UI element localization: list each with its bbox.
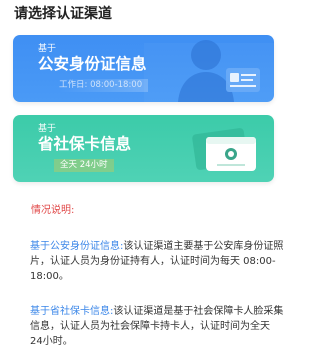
social-security-card-icon [192, 128, 256, 171]
card-hours: 全天 24小时 [54, 159, 114, 172]
card-prefix: 基于 [38, 124, 57, 134]
social-security-channel-card[interactable]: 基于 省社保卡信息 全天 24小时 [13, 115, 274, 182]
person-silhouette-id-card-icon [178, 40, 260, 102]
info-lead: 基于省社保卡信息: [30, 306, 114, 317]
page-title: 请选择认证渠道 [14, 6, 112, 22]
info-paragraph-social-card: 基于省社保卡信息:该认证渠道是基于社会保障卡人脸采集信息，认证人员为社会保障卡持… [30, 304, 285, 349]
info-paragraph-id-card: 基于公安身份证信息:该认证渠道主要基于公安库身份证照片，认证人员为身份证持有人，… [30, 239, 285, 284]
card-title: 省社保卡信息 [38, 135, 132, 153]
card-title: 公安身份证信息 [38, 55, 147, 73]
id-card-channel-card[interactable]: 基于 公安身份证信息 工作日: 08:00-18:00 [13, 35, 274, 102]
card-prefix: 基于 [38, 44, 57, 54]
info-section-label: 情况说明: [31, 205, 75, 216]
card-hours: 工作日: 08:00-18:00 [59, 79, 149, 92]
info-lead: 基于公安身份证信息: [30, 241, 124, 252]
